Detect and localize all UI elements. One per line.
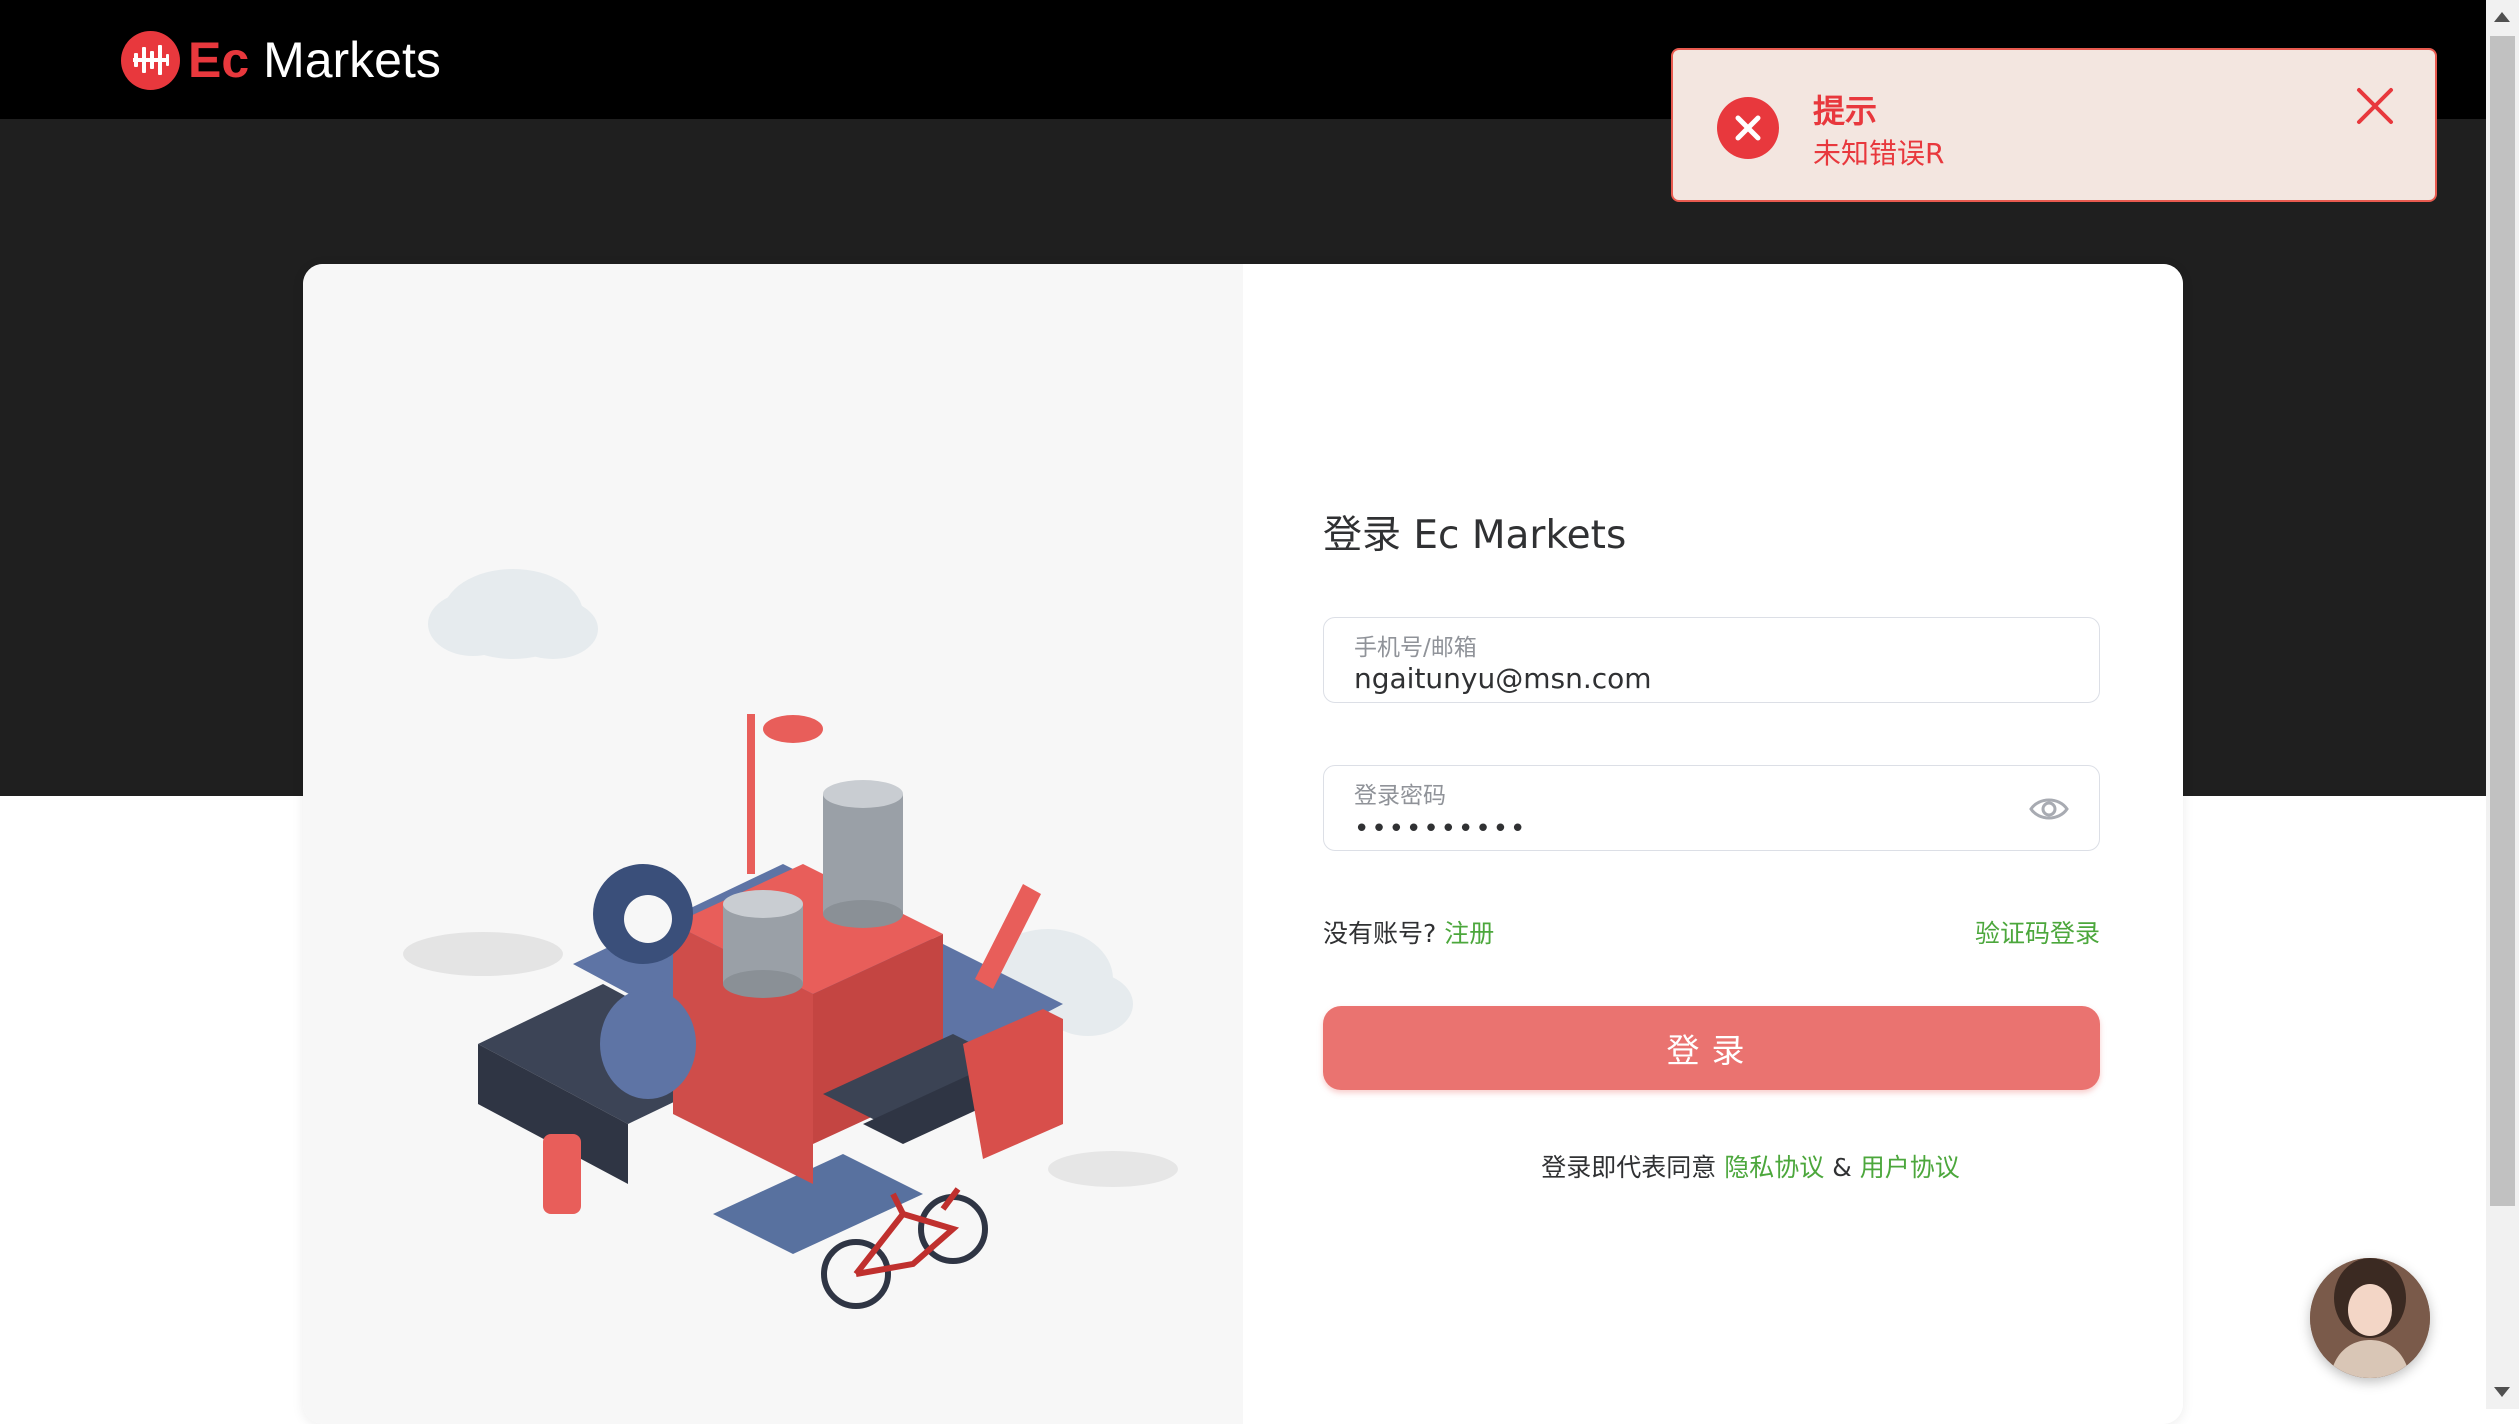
toast-title: 提示 — [1813, 92, 1878, 130]
privacy-link[interactable]: 隐私协议 — [1724, 1153, 1824, 1182]
agreement-amp: & — [1832, 1153, 1852, 1182]
illustration-panel — [303, 264, 1243, 1424]
login-form-panel: 登录 Ec Markets 手机号/邮箱 ngaitunyu@msn.com 登… — [1243, 264, 2183, 1424]
toast-message: 未知错误R — [1813, 137, 1945, 170]
register-link[interactable]: 注册 — [1444, 919, 1494, 948]
brand-markets: Markets — [249, 32, 441, 88]
city-illustration — [403, 569, 1178, 1309]
error-toast: 提示 未知错误R — [1671, 48, 2437, 202]
account-field[interactable]: 手机号/邮箱 ngaitunyu@msn.com — [1323, 617, 2100, 703]
page-scrollbar[interactable] — [2486, 0, 2519, 1409]
ec-markets-logo-icon — [121, 30, 180, 90]
account-label: 手机号/邮箱 — [1354, 635, 1477, 661]
password-label: 登录密码 — [1354, 783, 1446, 809]
register-row: 没有账号? 注册 验证码登录 — [1323, 914, 2100, 950]
brand-name: Ec Markets — [188, 31, 441, 89]
customer-service-avatar[interactable] — [2310, 1258, 2430, 1378]
scroll-up-arrow[interactable] — [2494, 12, 2510, 22]
login-button[interactable]: 登录 — [1323, 1006, 2100, 1090]
scroll-down-arrow[interactable] — [2494, 1387, 2510, 1397]
agreement-prefix: 登录即代表同意 — [1541, 1153, 1717, 1182]
no-account-text: 没有账号? — [1323, 919, 1437, 948]
brand-logo[interactable]: Ec Markets — [121, 30, 441, 90]
user-agreement-link[interactable]: 用户协议 — [1860, 1153, 1960, 1182]
close-icon[interactable] — [2355, 86, 2395, 126]
password-field[interactable]: 登录密码 •••••••••• — [1323, 765, 2100, 851]
account-input[interactable]: ngaitunyu@msn.com — [1354, 662, 1652, 695]
scroll-thumb[interactable] — [2490, 36, 2515, 1206]
eye-icon[interactable] — [2029, 792, 2069, 826]
login-card: 登录 Ec Markets 手机号/邮箱 ngaitunyu@msn.com 登… — [303, 264, 2183, 1424]
login-title: 登录 Ec Markets — [1323, 513, 1627, 558]
error-circle-icon — [1717, 97, 1779, 159]
sms-login-link[interactable]: 验证码登录 — [1975, 914, 2100, 950]
brand-ec: Ec — [188, 32, 250, 88]
password-input[interactable]: •••••••••• — [1354, 814, 1527, 844]
agreement-text: 登录即代表同意 隐私协议 & 用户协议 — [1243, 1148, 2183, 1184]
